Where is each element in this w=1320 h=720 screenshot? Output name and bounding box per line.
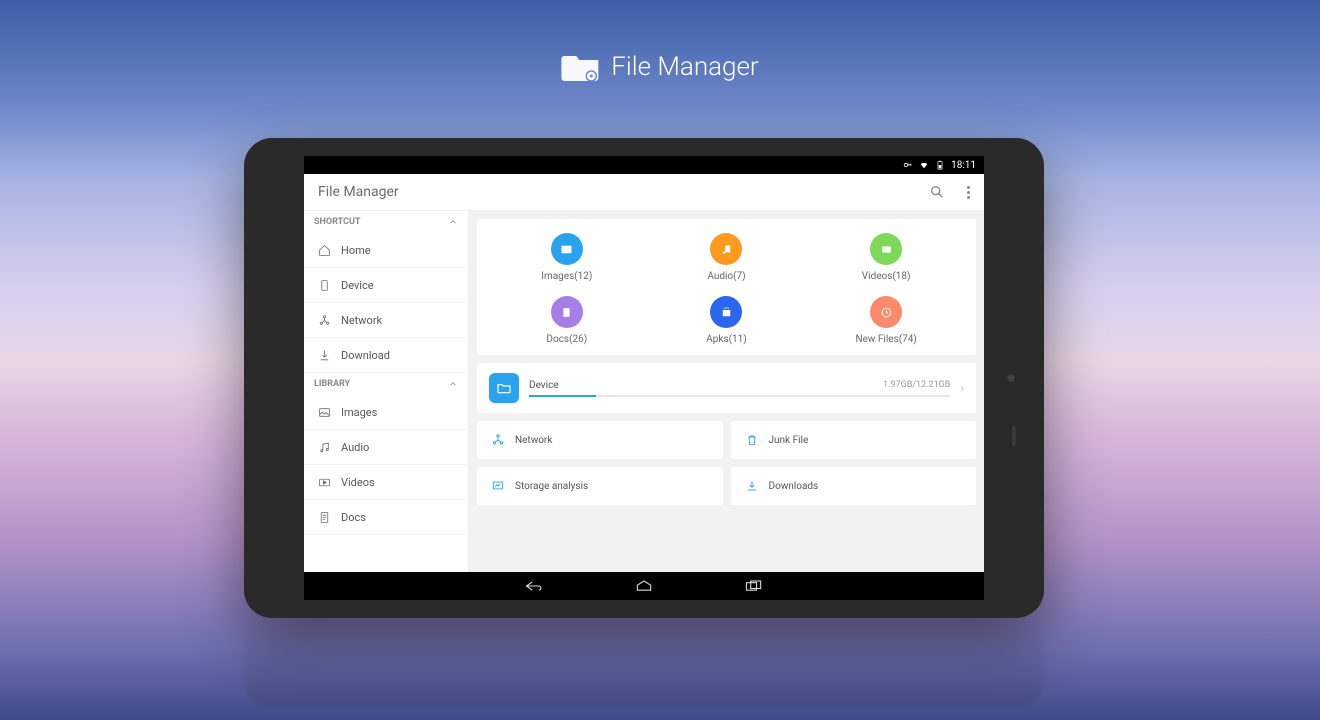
videos-icon [870,233,902,265]
apks-icon [710,296,742,328]
storage-bar [529,395,950,397]
tablet-frame: 18:11 File Manager SHORTCUT Home [244,138,1044,618]
docs-icon [318,511,331,524]
category-apks[interactable]: Apks(11) [647,296,807,345]
storage-bar-fill [529,395,596,397]
sidebar-item-label: Home [341,244,371,257]
storage-name: Device [529,380,559,391]
sidebar-item-images[interactable]: Images [304,395,468,430]
device-icon [318,279,331,292]
sidebar-section-library[interactable]: LIBRARY [304,373,468,395]
action-downloads[interactable]: Downloads [731,467,977,505]
sidebar-item-network[interactable]: Network [304,303,468,338]
storage-info: Device 1.97GB/12.21GB [529,380,950,397]
action-junk-file[interactable]: Junk File [731,421,977,459]
network-icon [318,314,331,327]
action-label: Downloads [769,481,819,492]
sidebar-item-label: Images [341,406,377,419]
sidebar-item-audio[interactable]: Audio [304,430,468,465]
key-icon [903,160,913,170]
sidebar-item-docs[interactable]: Docs [304,500,468,535]
sidebar-item-home[interactable]: Home [304,233,468,268]
tablet-screen: 18:11 File Manager SHORTCUT Home [304,156,984,600]
folder-icon [489,373,519,403]
category-label: Docs(26) [546,334,587,345]
home-button[interactable] [634,579,654,593]
category-label: Apks(11) [706,334,747,345]
action-storage-analysis[interactable]: Storage analysis [477,467,723,505]
promo-title: File Manager [561,50,758,84]
category-images[interactable]: Images(12) [487,233,647,282]
section-title: LIBRARY [314,379,350,389]
promo-title-text: File Manager [611,52,758,82]
action-label: Junk File [769,435,809,446]
sidebar-item-label: Network [341,314,382,327]
image-icon [318,406,331,419]
sidebar-item-label: Device [341,279,374,292]
recents-button[interactable] [744,579,764,593]
category-audio[interactable]: Audio(7) [647,233,807,282]
category-label: Images(12) [541,271,592,282]
overflow-menu-icon[interactable] [967,186,970,199]
sidebar-item-label: Download [341,349,390,362]
category-label: New Files(74) [855,334,916,345]
audio-icon [710,233,742,265]
app-title: File Manager [318,184,399,200]
status-time: 18:11 [951,160,976,171]
actions-row-2: Storage analysis Downloads [477,467,976,505]
section-title: SHORTCUT [314,217,360,227]
sidebar-item-label: Audio [341,441,369,454]
category-label: Videos(18) [862,271,911,282]
chevron-up-icon [448,217,458,227]
sidebar-item-label: Docs [341,511,366,524]
back-button[interactable] [524,579,544,593]
workspace: SHORTCUT Home Device Network Down [304,211,984,572]
category-newfiles[interactable]: New Files(74) [806,296,966,345]
home-icon [318,244,331,257]
sidebar-item-label: Videos [341,476,375,489]
storage-card[interactable]: Device 1.97GB/12.21GB › [477,363,976,413]
storage-size: 1.97GB/12.21GB [883,380,950,391]
sidebar-item-videos[interactable]: Videos [304,465,468,500]
folder-gear-icon [561,50,601,84]
category-videos[interactable]: Videos(18) [806,233,966,282]
audio-icon [318,441,331,454]
video-icon [318,476,331,489]
trash-icon [745,433,759,447]
action-label: Network [515,435,552,446]
search-icon[interactable] [929,184,945,200]
wifi-icon [919,160,929,170]
clock-icon [870,296,902,328]
network-icon [491,433,505,447]
category-label: Audio(7) [707,271,745,282]
status-bar: 18:11 [304,156,984,174]
analysis-icon [491,479,505,493]
battery-icon [935,160,945,170]
action-label: Storage analysis [515,481,588,492]
sidebar: SHORTCUT Home Device Network Down [304,211,469,572]
sidebar-item-download[interactable]: Download [304,338,468,373]
category-docs[interactable]: Docs(26) [487,296,647,345]
download-icon [318,349,331,362]
chevron-up-icon [448,379,458,389]
tablet-reflection [244,618,1044,708]
main-content: Images(12) Audio(7) Videos(18) Docs(26) [469,211,984,572]
actions-row-1: Network Junk File [477,421,976,459]
download-icon [745,479,759,493]
images-icon [551,233,583,265]
action-network[interactable]: Network [477,421,723,459]
docs-icon [551,296,583,328]
chevron-right-icon: › [960,381,964,395]
sidebar-section-shortcut[interactable]: SHORTCUT [304,211,468,233]
app-bar: File Manager [304,174,984,211]
sidebar-item-device[interactable]: Device [304,268,468,303]
categories-card: Images(12) Audio(7) Videos(18) Docs(26) [477,219,976,355]
android-navbar [304,572,984,600]
